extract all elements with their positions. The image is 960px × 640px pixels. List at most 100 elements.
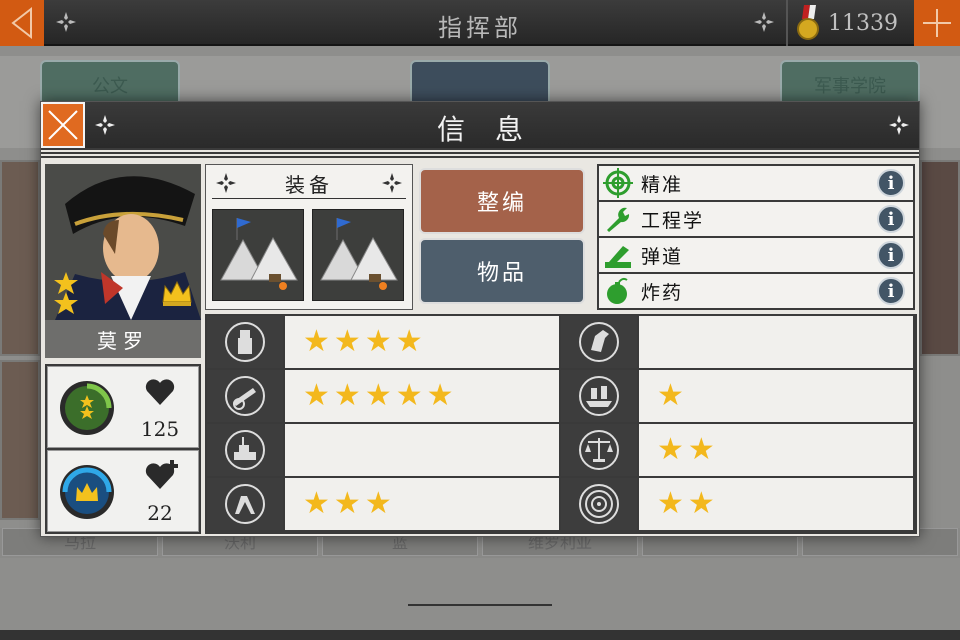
equipment-slot-1[interactable] — [212, 209, 304, 301]
star-icon: ★ — [395, 378, 423, 413]
attr-row-target: ★ ★ — [561, 478, 913, 530]
info-button[interactable]: i — [877, 277, 905, 305]
attr-icon-cell — [561, 370, 637, 422]
medal-icon — [797, 5, 819, 40]
attr-icon-cell — [561, 424, 637, 476]
star-icon: ★ — [657, 378, 684, 413]
attr-row-infantry: ★ ★ ★ ★ — [207, 316, 559, 368]
dialog-header-stripe — [41, 148, 919, 158]
star-icon: ★ — [333, 378, 361, 413]
bg-general-card — [0, 360, 40, 520]
star-icon: ★ — [687, 486, 715, 521]
heart-icon — [145, 379, 175, 405]
skill-row-explosives: 炸药 i — [599, 274, 913, 308]
star-icon: ★ — [364, 486, 392, 521]
skill-label: 炸药 — [641, 281, 684, 304]
skill-label: 弹道 — [641, 245, 684, 268]
coin-amount: 11339 — [828, 10, 898, 36]
plus-icon — [923, 9, 951, 37]
ballistics-cannon-icon — [605, 246, 631, 268]
attr-row-artillery: ★ ★ ★ ★ ★ — [207, 370, 559, 422]
star-icon: ★ — [333, 324, 361, 359]
infantry-icon — [225, 322, 265, 362]
star-icon: ★ — [333, 486, 361, 521]
health-stat-row: 125 — [47, 366, 199, 448]
info-dialog: 信息 莫罗 125 22 装备 整编 物品 精准 i 工程学 i 弹道 i 炸药… — [40, 101, 920, 537]
info-icon: i — [887, 244, 895, 266]
bg-general-card — [0, 160, 40, 356]
stars-cell — [639, 316, 913, 368]
star-icon: ★ — [657, 486, 684, 521]
dialog-header: 信息 — [41, 102, 919, 148]
skill-row-precision: 精准 i — [599, 166, 913, 200]
attributes-grid: ★ ★ ★ ★ ★ ★ ★ ★ ★ ★ ★ ★ ★ ★ ★ ★ ★ — [205, 314, 917, 534]
balance-scale-icon — [579, 430, 619, 470]
stars-cell: ★ ★ ★ — [285, 478, 559, 530]
bg-general-card — [920, 160, 960, 356]
attr-icon-cell — [207, 478, 283, 530]
stars-cell: ★ ★ ★ ★ — [285, 316, 559, 368]
stars-cell — [285, 424, 559, 476]
bomb-icon — [607, 277, 628, 304]
general-name: 莫罗 — [45, 320, 201, 358]
bg-footer-bar — [0, 630, 960, 640]
target-icon — [579, 484, 619, 524]
equipment-slot-2[interactable] — [312, 209, 404, 301]
attr-row-navy: ★ — [561, 370, 913, 422]
skill-label: 精准 — [641, 173, 684, 196]
attr-icon-cell — [561, 316, 637, 368]
items-button-label: 物品 — [476, 261, 527, 286]
attr-icon-cell — [207, 370, 283, 422]
star-icon: ★ — [687, 432, 715, 467]
fleur-ornament-icon — [382, 173, 402, 193]
star-icon: ★ — [364, 324, 392, 359]
info-icon: i — [887, 172, 895, 194]
reorganize-button[interactable]: 整编 — [419, 168, 585, 234]
reorganize-button-label: 整编 — [476, 191, 527, 216]
stars-cell: ★ ★ — [639, 478, 913, 530]
attr-row-fortification — [207, 424, 559, 476]
stars-cell: ★ — [639, 370, 913, 422]
star-icon: ★ — [303, 324, 330, 359]
add-coins-button[interactable] — [914, 0, 960, 46]
health-bonus-stat-row: 22 — [47, 450, 199, 532]
attr-icon-cell — [207, 316, 283, 368]
info-icon: i — [887, 280, 895, 302]
fleur-ornament-icon — [56, 12, 76, 32]
star-icon: ★ — [657, 432, 684, 467]
attr-row-march: ★ ★ ★ — [207, 478, 559, 530]
back-arrow-icon — [11, 6, 32, 40]
crown-icon — [162, 280, 192, 306]
attr-row-cavalry — [561, 316, 913, 368]
star-icon: ★ — [426, 378, 454, 413]
stars-cell: ★ ★ ★ ★ ★ — [285, 370, 559, 422]
stats-panel: 125 22 — [45, 364, 201, 534]
star-icon: ★ — [303, 486, 330, 521]
equipment-divider — [212, 198, 406, 199]
info-button[interactable]: i — [877, 241, 905, 269]
star-icon: ★ — [303, 378, 330, 413]
wrench-icon — [607, 207, 630, 232]
cavalry-icon — [579, 322, 619, 362]
hp-bonus-value: 22 — [147, 501, 173, 525]
crown-rank-badge-icon — [60, 465, 114, 519]
attr-icon-cell — [561, 478, 637, 530]
skill-label: 工程学 — [641, 209, 705, 232]
equipment-panel: 装备 — [205, 164, 413, 310]
fleur-ornament-icon — [889, 115, 909, 135]
back-button[interactable] — [0, 0, 44, 46]
rank-stars-icon — [54, 272, 78, 314]
heart-plus-icon — [145, 460, 178, 489]
camp-tent-icon — [220, 218, 298, 290]
attr-icon-cell — [207, 424, 283, 476]
fleur-ornament-icon — [754, 12, 774, 32]
march-icon — [225, 484, 265, 524]
skill-row-engineering: 工程学 i — [599, 202, 913, 236]
general-portrait — [45, 164, 201, 320]
info-button[interactable]: i — [877, 169, 905, 197]
items-button[interactable]: 物品 — [419, 238, 585, 304]
info-button[interactable]: i — [877, 205, 905, 233]
star-icon: ★ — [395, 324, 423, 359]
navy-ship-icon — [579, 376, 619, 416]
infantry-rank-badge-icon — [60, 381, 114, 435]
